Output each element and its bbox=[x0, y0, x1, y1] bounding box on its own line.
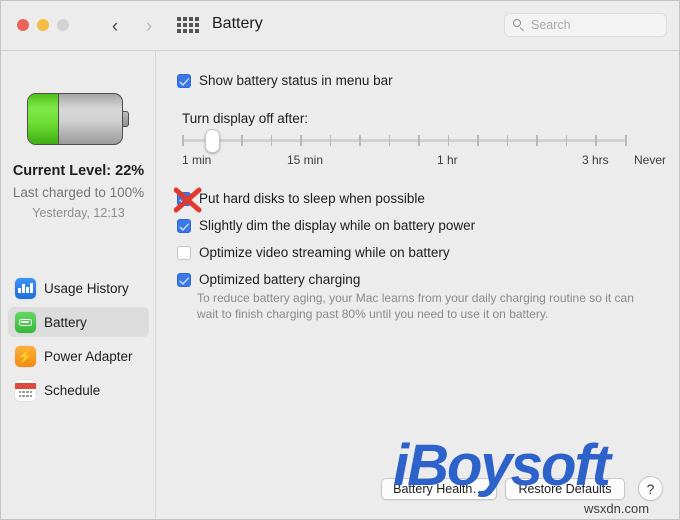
last-charged-text: Last charged to 100% bbox=[12, 185, 145, 200]
slightly-dim-display-label: Slightly dim the display while on batter… bbox=[199, 218, 476, 233]
optimize-video-streaming-checkbox-row[interactable]: Optimize video streaming while on batter… bbox=[177, 245, 450, 260]
slider-tick bbox=[477, 135, 479, 146]
slider-tick bbox=[536, 135, 538, 146]
show-battery-status-checkbox[interactable] bbox=[177, 74, 191, 88]
forward-button: › bbox=[136, 13, 162, 39]
slightly-dim-display-checkbox[interactable] bbox=[177, 219, 191, 233]
chevron-left-icon: ‹ bbox=[111, 15, 119, 37]
back-button[interactable]: ‹ bbox=[102, 13, 128, 39]
slider-thumb[interactable] bbox=[205, 129, 221, 153]
slider-tick bbox=[329, 135, 332, 146]
slider-tick bbox=[595, 135, 597, 146]
show-all-grid-icon[interactable] bbox=[177, 17, 199, 33]
slider-tick-labels: 1 min 15 min 1 hr 3 hrs Never bbox=[182, 153, 666, 169]
search-field[interactable]: Search bbox=[504, 13, 667, 37]
slider-tick-label: Never bbox=[634, 153, 667, 167]
optimized-battery-charging-label: Optimized battery charging bbox=[199, 272, 361, 287]
restore-defaults-button[interactable]: Restore Defaults bbox=[505, 478, 625, 500]
sidebar-item-usage-history[interactable]: Usage History bbox=[8, 273, 149, 303]
optimized-charging-help-text: To reduce battery aging, your Mac learns… bbox=[197, 291, 634, 321]
current-level-text: Current Level: 22% bbox=[12, 163, 145, 179]
battery-level-graphic bbox=[27, 93, 130, 145]
sidebar-item-label: Schedule bbox=[44, 382, 101, 398]
slider-tick-label: 1 hr bbox=[437, 153, 458, 167]
battery-body bbox=[27, 93, 123, 145]
battery-fill bbox=[28, 94, 60, 144]
chevron-right-icon: › bbox=[145, 15, 153, 37]
battery-icon bbox=[15, 311, 36, 333]
show-battery-status-label: Show battery status in menu bar bbox=[199, 73, 393, 88]
sidebar-item-battery[interactable]: Battery bbox=[8, 307, 149, 337]
slightly-dim-display-checkbox-row[interactable]: Slightly dim the display while on batter… bbox=[177, 218, 475, 233]
usage-history-icon bbox=[15, 277, 36, 299]
site-watermark: wsxdn.com bbox=[584, 501, 650, 516]
sidebar-item-schedule[interactable]: Schedule bbox=[8, 375, 149, 405]
sidebar: Current Level: 22% Last charged to 100% … bbox=[1, 51, 156, 519]
page-title: Battery bbox=[212, 15, 263, 32]
slider-tick bbox=[182, 135, 184, 146]
optimized-battery-charging-checkbox[interactable] bbox=[177, 273, 191, 287]
hard-disks-sleep-checkbox-row[interactable]: Put hard disks to sleep when possible bbox=[177, 191, 425, 206]
help-button[interactable]: ? bbox=[638, 476, 663, 501]
slider-tick bbox=[270, 135, 273, 146]
traffic-light-buttons bbox=[17, 19, 69, 31]
search-icon bbox=[513, 18, 526, 32]
schedule-icon bbox=[15, 379, 36, 401]
sidebar-item-label: Power Adapter bbox=[44, 348, 133, 364]
slider-tick bbox=[447, 135, 450, 146]
optimize-video-streaming-checkbox[interactable] bbox=[177, 246, 191, 260]
show-battery-status-checkbox-row[interactable]: Show battery status in menu bar bbox=[177, 73, 393, 88]
turn-display-off-slider[interactable] bbox=[182, 129, 627, 153]
sidebar-item-label: Usage History bbox=[44, 280, 129, 296]
battery-cap bbox=[123, 111, 129, 127]
slider-tick bbox=[625, 135, 627, 146]
slider-tick-label: 15 min bbox=[287, 153, 324, 167]
slider-tick-label: 1 min bbox=[182, 153, 212, 167]
hard-disks-sleep-label: Put hard disks to sleep when possible bbox=[199, 191, 425, 206]
last-charged-time: Yesterday, 12:13 bbox=[32, 206, 125, 220]
slider-tick bbox=[300, 135, 302, 146]
sidebar-nav-list: Usage History Battery ⚡ Power Adapter Sc… bbox=[8, 273, 149, 409]
optimized-battery-charging-checkbox-row[interactable]: Optimized battery charging bbox=[177, 272, 360, 287]
search-placeholder: Search bbox=[531, 18, 571, 32]
slider-track[interactable] bbox=[182, 139, 625, 142]
turn-display-off-label: Turn display off after: bbox=[182, 111, 309, 126]
minimize-button[interactable] bbox=[37, 19, 49, 31]
sidebar-item-power-adapter[interactable]: ⚡ Power Adapter bbox=[8, 341, 149, 371]
sidebar-item-label: Battery bbox=[44, 314, 87, 330]
slider-tick bbox=[418, 135, 420, 146]
slider-tick bbox=[241, 135, 243, 146]
battery-health-button[interactable]: Battery Health… bbox=[381, 478, 497, 500]
slider-tick bbox=[388, 135, 391, 146]
optimize-video-streaming-label: Optimize video streaming while on batter… bbox=[199, 245, 450, 260]
slider-tick-label: 3 hrs bbox=[582, 153, 609, 167]
hard-disks-sleep-checkbox[interactable] bbox=[177, 192, 191, 206]
system-preferences-window: ‹ › Battery Search Current Level: 22% La… bbox=[0, 0, 680, 520]
slider-tick bbox=[359, 135, 361, 146]
slider-tick bbox=[506, 135, 509, 146]
slider-tick bbox=[565, 135, 568, 146]
zoom-button bbox=[57, 19, 69, 31]
window-titlebar: ‹ › Battery Search bbox=[1, 1, 679, 51]
close-button[interactable] bbox=[17, 19, 29, 31]
power-adapter-icon: ⚡ bbox=[15, 345, 36, 367]
